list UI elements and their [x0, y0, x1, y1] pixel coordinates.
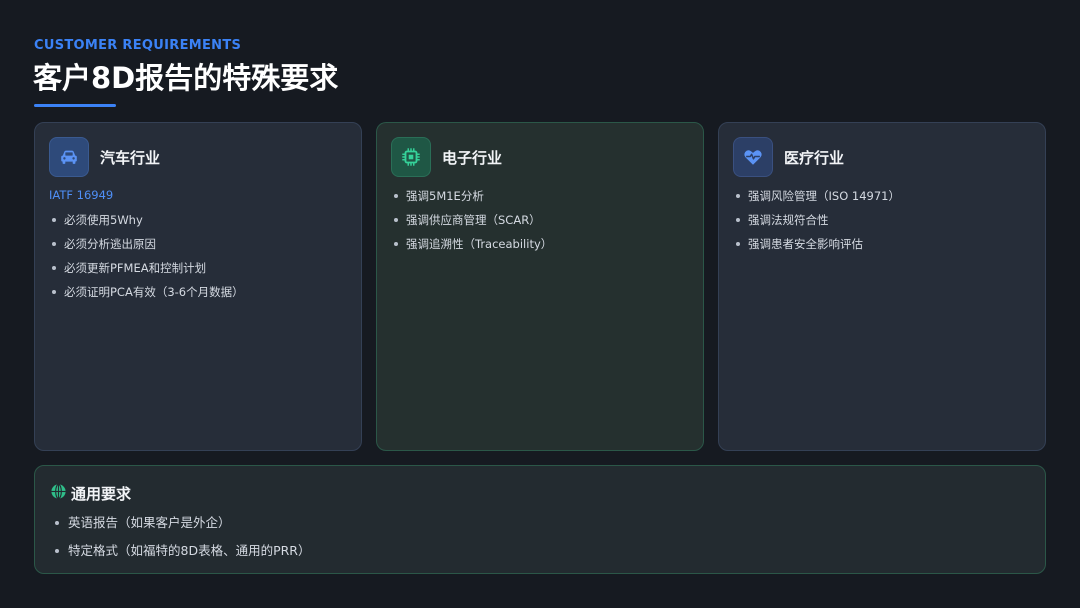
list-item: 特定格式（如福特的8D表格、通用的PRR）	[52, 542, 311, 570]
list-item: 强调患者安全影响评估	[733, 235, 900, 259]
heart-pulse-icon	[733, 137, 773, 177]
card-electronics: 电子行业 强调5M1E分析 强调供应商管理（SCAR） 强调追溯性（Tracea…	[376, 122, 704, 451]
car-icon	[49, 137, 89, 177]
list-item: 强调法规符合性	[733, 211, 900, 235]
list-item: 强调供应商管理（SCAR）	[391, 211, 552, 235]
requirement-list: 强调风险管理（ISO 14971） 强调法规符合性 强调患者安全影响评估	[733, 187, 900, 259]
globe-icon	[50, 483, 67, 504]
general-requirements-panel: 通用要求 英语报告（如果客户是外企） 特定格式（如福特的8D表格、通用的PRR）	[34, 465, 1046, 574]
list-item: 强调追溯性（Traceability）	[391, 235, 552, 259]
standard-label: IATF 16949	[49, 188, 114, 202]
list-item: 强调风险管理（ISO 14971）	[733, 187, 900, 211]
card-title: 汽车行业	[100, 149, 161, 167]
title-underline	[34, 104, 116, 107]
list-item: 必须证明PCA有效（3-6个月数据）	[49, 283, 244, 307]
list-item: 必须使用5Why	[49, 211, 244, 235]
card-medical: 医疗行业 强调风险管理（ISO 14971） 强调法规符合性 强调患者安全影响评…	[718, 122, 1046, 451]
list-item: 必须分析逃出原因	[49, 235, 244, 259]
list-item: 强调5M1E分析	[391, 187, 552, 211]
chip-icon	[391, 137, 431, 177]
general-requirement-list: 英语报告（如果客户是外企） 特定格式（如福特的8D表格、通用的PRR）	[52, 514, 311, 570]
page-title: 客户8D报告的特殊要求	[33, 61, 339, 95]
list-item: 必须更新PFMEA和控制计划	[49, 259, 244, 283]
card-automotive: 汽车行业 IATF 16949 必须使用5Why 必须分析逃出原因 必须更新PF…	[34, 122, 362, 451]
card-title: 医疗行业	[784, 149, 845, 167]
requirement-list: 必须使用5Why 必须分析逃出原因 必须更新PFMEA和控制计划 必须证明PCA…	[49, 211, 244, 307]
card-title: 电子行业	[442, 149, 503, 167]
general-header: 通用要求	[50, 483, 131, 504]
eyebrow-label: CUSTOMER REQUIREMENTS	[34, 38, 242, 53]
slide: CUSTOMER REQUIREMENTS 客户8D报告的特殊要求 汽车行业 I…	[0, 0, 1080, 608]
requirement-list: 强调5M1E分析 强调供应商管理（SCAR） 强调追溯性（Traceabilit…	[391, 187, 552, 259]
general-title: 通用要求	[71, 485, 132, 503]
list-item: 英语报告（如果客户是外企）	[52, 514, 311, 542]
